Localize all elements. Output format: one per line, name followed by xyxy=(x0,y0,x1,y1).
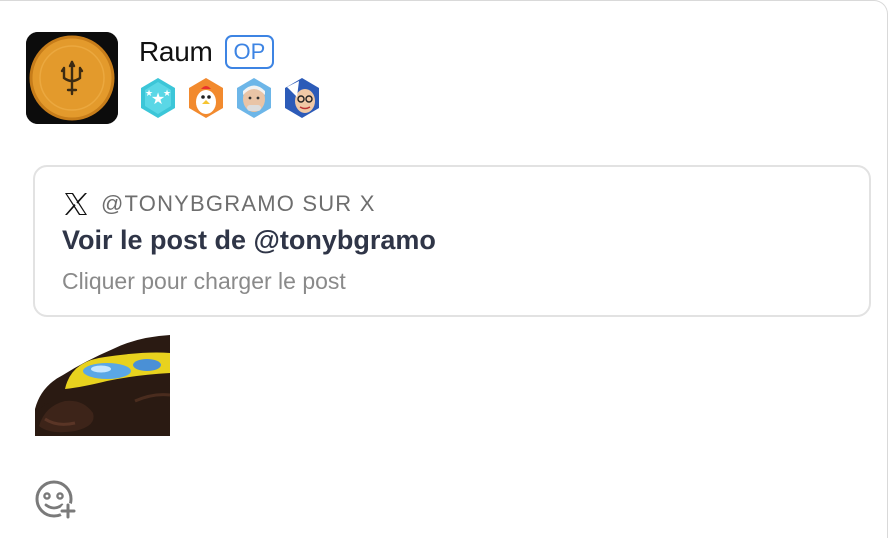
chicken-flair-icon[interactable] xyxy=(185,77,227,119)
sunglasses-man-icon xyxy=(35,335,170,436)
svg-text:★: ★ xyxy=(163,89,171,99)
x-post-embed-card[interactable]: @TONYBGRAMO SUR X Voir le post de @tonyb… xyxy=(33,165,871,317)
x-logo-icon xyxy=(65,193,87,215)
wizard-flair-icon[interactable] xyxy=(281,77,323,119)
author-row: Raum OP xyxy=(139,35,275,69)
embed-title[interactable]: Voir le post de @tonybgramo xyxy=(62,225,436,256)
user-avatar[interactable] xyxy=(26,32,118,124)
trident-coin-avatar-icon xyxy=(26,32,118,124)
username[interactable]: Raum xyxy=(139,36,213,68)
op-badge: OP xyxy=(224,35,275,69)
sunglasses-man-sticker xyxy=(35,331,170,436)
post-container: Raum OP ★ ★ ★ @TONYBGRAMO SUR X Voir le … xyxy=(0,0,888,538)
user-flairs: ★ ★ ★ xyxy=(137,77,323,119)
old-man-flair-icon[interactable] xyxy=(233,77,275,119)
embed-subtitle: Cliquer pour charger le post xyxy=(62,268,346,294)
svg-text:★: ★ xyxy=(145,89,153,99)
embed-source-label: @TONYBGRAMO SUR X xyxy=(101,191,376,216)
add-reaction-button[interactable] xyxy=(34,479,78,521)
add-reaction-icon xyxy=(35,480,76,519)
star-medal-flair-icon[interactable]: ★ ★ ★ xyxy=(137,77,179,119)
embed-source: @TONYBGRAMO SUR X xyxy=(63,191,376,217)
